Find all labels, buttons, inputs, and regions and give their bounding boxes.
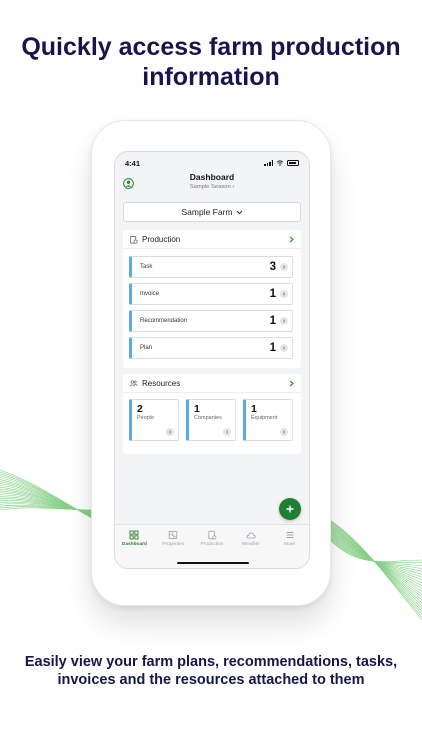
production-row-task[interactable]: Task 3 (129, 256, 293, 278)
tab-label: Production (200, 542, 224, 547)
row-label: Recommendation (140, 318, 188, 324)
tab-label: Dashboard (121, 542, 147, 547)
app-screen: 4:41 Dashboard Sample Season › Sample Fa… (114, 151, 310, 569)
clipboard-icon (129, 235, 138, 244)
status-bar: 4:41 (125, 158, 299, 168)
tile-count: 1 (194, 403, 200, 415)
tab-more[interactable]: More (272, 530, 308, 568)
cloud-sun-icon (246, 532, 256, 539)
row-count: 1 (269, 315, 276, 327)
profile-icon[interactable] (123, 178, 134, 189)
chevron-right-icon (289, 380, 294, 386)
tile-count: 2 (137, 403, 143, 415)
production-header[interactable]: Production (123, 230, 301, 249)
chevron-right-icon (280, 317, 288, 325)
headline: Quickly access farm production informati… (21, 33, 401, 91)
tab-bar: Dashboard Properties Production Weather … (115, 524, 309, 568)
row-count: 1 (269, 342, 276, 354)
signal-icon (264, 160, 273, 166)
grid-icon (129, 530, 139, 540)
home-indicator (177, 561, 249, 564)
production-row-plan[interactable]: Plan 1 (129, 337, 293, 359)
row-count: 1 (269, 288, 276, 300)
production-row-recommendation[interactable]: Recommendation 1 (129, 310, 293, 332)
chevron-right-icon (289, 236, 294, 242)
row-count: 3 (269, 261, 276, 273)
chevron-right-icon (280, 428, 288, 436)
resource-tile-companies[interactable]: 1 Companies (186, 399, 236, 441)
resource-tile-people[interactable]: 2 People (129, 399, 179, 441)
wifi-icon (276, 160, 284, 166)
resources-title: Resources (142, 378, 181, 388)
menu-icon (286, 532, 294, 538)
farm-selector[interactable]: Sample Farm (123, 202, 301, 222)
plus-icon (286, 505, 294, 513)
page-title: Dashboard (189, 172, 235, 182)
tile-label: Companies (194, 415, 222, 421)
row-label: Invoice (140, 291, 160, 297)
production-title: Production (142, 234, 181, 244)
production-card: Production Task 3 Invoice 1 Recommendati… (123, 230, 301, 368)
season-selector[interactable]: Sample Season › (115, 183, 309, 192)
battery-icon (287, 160, 299, 166)
row-label: Plan (140, 345, 153, 351)
chevron-right-icon (280, 290, 288, 298)
resources-header[interactable]: Resources (123, 374, 301, 393)
status-time: 4:41 (125, 158, 141, 168)
chevron-right-icon (280, 344, 288, 352)
phone-frame: 4:41 Dashboard Sample Season › Sample Fa… (91, 120, 331, 606)
app-header: Dashboard Sample Season › (115, 172, 309, 196)
clipboard-icon (208, 530, 217, 540)
chevron-right-icon (280, 263, 288, 271)
tile-label: People (137, 415, 155, 421)
chevron-right-icon (166, 428, 174, 436)
tile-label: Equipment (251, 415, 278, 421)
resource-tile-equipment[interactable]: 1 Equipment (243, 399, 293, 441)
map-icon (168, 531, 178, 539)
resources-card: Resources 2 People 1 Companies 1 Equipme… (123, 374, 301, 454)
chevron-right-icon: › (232, 184, 235, 190)
production-row-invoice[interactable]: Invoice 1 (129, 283, 293, 305)
tab-dashboard[interactable]: Dashboard (116, 530, 152, 568)
tab-label: More (284, 542, 296, 547)
season-label: Sample Season (189, 184, 231, 190)
tab-label: Properties (162, 542, 185, 547)
row-label: Task (140, 264, 153, 270)
chevron-right-icon (223, 428, 231, 436)
caption: Easily view your farm plans, recommendat… (24, 654, 398, 688)
people-icon (129, 379, 138, 386)
farm-selector-value: Sample Farm (181, 207, 233, 217)
tab-label: Weather (241, 542, 260, 547)
tile-count: 1 (251, 403, 257, 415)
add-button[interactable] (279, 498, 301, 520)
chevron-down-icon (236, 210, 242, 214)
